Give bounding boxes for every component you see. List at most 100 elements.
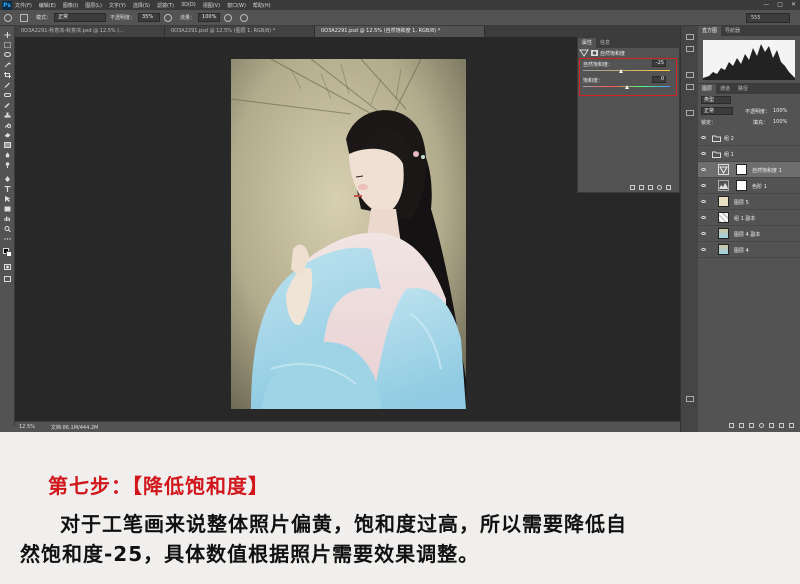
menu-window[interactable]: 窗口(W) <box>227 2 246 9</box>
menu-file[interactable]: 文件(F) <box>15 2 32 9</box>
layer-row-group-1[interactable]: 组 1 <box>698 146 800 162</box>
layer-opacity-value[interactable]: 100% <box>773 108 787 114</box>
fx-icon[interactable] <box>739 422 744 428</box>
gradient-tool-icon[interactable] <box>4 142 11 148</box>
history-brush-tool-icon[interactable] <box>4 122 11 128</box>
layer-row-layer-5[interactable]: 图层 5 <box>698 194 800 210</box>
tab-layers[interactable]: 图层 <box>698 84 717 94</box>
dodge-tool-icon[interactable] <box>4 162 11 168</box>
tab-properties[interactable]: 属性 <box>578 38 597 48</box>
dock-actions-icon[interactable] <box>686 46 694 52</box>
menu-edit[interactable]: 编辑(E) <box>39 2 56 9</box>
dock-character-icon[interactable] <box>686 396 694 402</box>
blend-mode-select[interactable]: 正常 <box>701 107 733 115</box>
flow-input[interactable]: 100% <box>198 13 221 22</box>
adjustment-mask-icon[interactable] <box>590 49 600 57</box>
fill-value[interactable]: 100% <box>773 119 787 125</box>
screen-mode-icon[interactable] <box>4 276 11 282</box>
type-tool-icon[interactable] <box>4 186 11 192</box>
view-previous-icon[interactable] <box>639 184 644 190</box>
zoom-level[interactable]: 12.5% <box>19 424 35 430</box>
mode-select[interactable]: 正常 <box>54 13 107 22</box>
close-button[interactable]: ✕ <box>791 0 796 10</box>
menu-layer[interactable]: 图层(L) <box>85 2 102 9</box>
saturation-value-input[interactable]: 0 <box>652 76 666 83</box>
tab-navigator[interactable]: 导航器 <box>721 26 744 36</box>
delete-icon[interactable] <box>666 184 671 190</box>
crop-tool-icon[interactable] <box>4 72 11 78</box>
tab-channels[interactable]: 通道 <box>716 84 734 94</box>
dock-adjustments-icon[interactable] <box>686 84 694 90</box>
path-select-tool-icon[interactable] <box>4 196 11 202</box>
new-layer-icon[interactable] <box>779 422 784 428</box>
marquee-tool-icon[interactable] <box>4 42 11 48</box>
trash-icon[interactable] <box>789 422 794 428</box>
menu-type[interactable]: 文字(Y) <box>109 2 126 9</box>
layer-row-vibrance[interactable]: 自然饱和度 1 <box>698 162 800 178</box>
new-group-icon[interactable] <box>769 422 774 428</box>
dock-brushes-icon[interactable] <box>686 110 694 116</box>
photo-canvas[interactable] <box>231 59 466 409</box>
pressure-opacity-icon[interactable] <box>164 13 173 22</box>
search-input[interactable]: 555 <box>746 13 790 23</box>
layer-row-layer-4[interactable]: 图层 4 <box>698 242 800 258</box>
eraser-tool-icon[interactable] <box>4 132 11 138</box>
add-mask-icon[interactable] <box>749 422 754 428</box>
quick-mask-icon[interactable] <box>4 264 11 270</box>
pressure-size-icon[interactable] <box>240 13 249 22</box>
eye-icon[interactable] <box>701 248 706 251</box>
eye-icon[interactable] <box>701 232 706 235</box>
hand-tool-icon[interactable] <box>4 216 11 222</box>
minimize-button[interactable]: — <box>763 0 769 10</box>
brush-tool-icon[interactable] <box>4 102 11 108</box>
vibrance-value-input[interactable]: -25 <box>652 60 666 67</box>
healing-brush-tool-icon[interactable] <box>4 92 11 98</box>
clip-to-layer-icon[interactable] <box>630 184 635 190</box>
blur-tool-icon[interactable] <box>4 152 11 158</box>
layer-filter-select[interactable]: 类型 <box>701 96 731 104</box>
tab-info[interactable]: 信息 <box>596 38 614 48</box>
eyedropper-tool-icon[interactable] <box>4 82 11 88</box>
menu-3d[interactable]: 3D(D) <box>181 2 196 8</box>
eye-icon[interactable] <box>701 136 706 139</box>
new-adjustment-icon[interactable] <box>759 422 764 428</box>
menu-view[interactable]: 视图(V) <box>203 2 220 9</box>
move-tool-icon[interactable] <box>4 32 11 38</box>
vibrance-slider-thumb[interactable] <box>619 69 624 73</box>
menu-image[interactable]: 图像(I) <box>63 2 78 9</box>
layer-mask-thumbnail[interactable] <box>736 164 747 175</box>
color-swatches-icon[interactable] <box>3 248 13 258</box>
reset-icon[interactable] <box>648 184 653 190</box>
doc-tab-active[interactable]: 0O3A2291.psd @ 12.5% (自然饱和度 1, RGB/8) * <box>315 26 485 37</box>
brush-icon[interactable] <box>4 13 12 22</box>
eye-icon[interactable] <box>701 216 706 219</box>
eye-icon[interactable] <box>701 168 706 171</box>
doc-tab[interactable]: 0O3A2291-秋意浓-秋意浓.psd @ 12.5% (... <box>15 26 165 37</box>
vibrance-slider-track[interactable] <box>583 70 670 71</box>
visibility-icon[interactable] <box>657 184 662 190</box>
lasso-tool-icon[interactable] <box>4 52 11 58</box>
tab-histogram[interactable]: 直方图 <box>698 26 722 36</box>
clone-stamp-tool-icon[interactable] <box>4 112 11 118</box>
quick-select-tool-icon[interactable] <box>4 62 11 68</box>
menu-filter[interactable]: 滤镜(T) <box>157 2 174 9</box>
layer-row-group-2[interactable]: 组 2 <box>698 130 800 146</box>
dock-history-icon[interactable] <box>686 34 694 40</box>
saturation-slider-thumb[interactable] <box>624 85 629 89</box>
maximize-button[interactable]: □ <box>777 0 783 10</box>
eye-icon[interactable] <box>701 200 706 203</box>
layer-row-levels[interactable]: 色阶 1 <box>698 178 800 194</box>
layer-mask-thumbnail[interactable] <box>736 180 747 191</box>
layer-row-layer-4-copy[interactable]: 图层 4 副本 <box>698 226 800 242</box>
brush-preset-icon[interactable] <box>20 13 28 22</box>
menu-select[interactable]: 选择(S) <box>133 2 150 9</box>
dock-swatches-icon[interactable] <box>686 72 694 78</box>
doc-tab[interactable]: 0O3A2291.psd @ 12.5% (图层 1, RGB/8) * <box>165 26 315 37</box>
link-layers-icon[interactable] <box>729 422 734 428</box>
tab-paths[interactable]: 路径 <box>734 84 752 94</box>
zoom-tool-icon[interactable] <box>4 226 11 232</box>
eye-icon[interactable] <box>701 152 706 155</box>
airbrush-icon[interactable] <box>224 13 233 22</box>
layer-row-group-1-copy[interactable]: 组 1 副本 <box>698 210 800 226</box>
edit-toolbar-icon[interactable] <box>4 236 11 242</box>
